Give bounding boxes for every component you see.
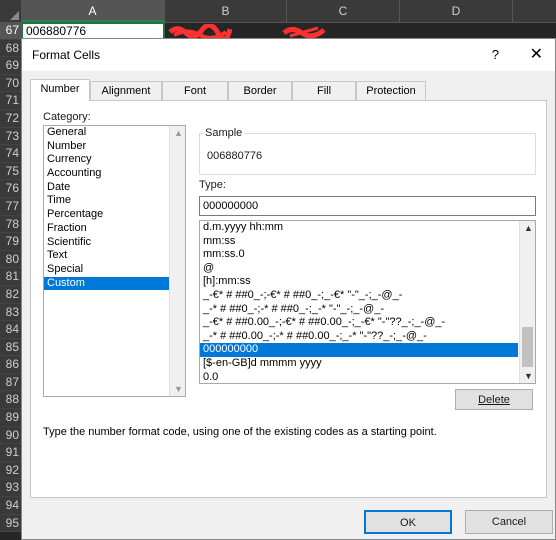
row-header[interactable]: 70 — [0, 74, 21, 93]
category-item[interactable]: Text — [44, 249, 185, 263]
format-code-item[interactable]: mm:ss.0 — [200, 248, 518, 262]
tab-alignment[interactable]: Alignment — [90, 81, 162, 100]
row-headers: 67 68 69 70 71 72 73 74 75 76 77 78 79 80 81 82 83 84 85 86… — [0, 22, 21, 533]
row-header[interactable]: 89 — [0, 409, 21, 427]
sample-label: Sample — [203, 127, 245, 139]
category-item[interactable]: Accounting — [44, 167, 185, 181]
delete-button-label: Delete — [478, 394, 510, 406]
format-code-item[interactable]: _-* # ##0_-;-* # ##0_-;_-* "-"_-;_-@_- — [200, 303, 518, 317]
category-item[interactable]: Number — [44, 140, 185, 154]
type-input[interactable] — [199, 196, 536, 216]
format-code-item[interactable]: _-€* # ##0.00_-;-€* # ##0.00_-;_-€* "-"?… — [200, 316, 518, 330]
row-header[interactable]: 71 — [0, 92, 21, 110]
row-header[interactable]: 73 — [0, 127, 21, 146]
category-item[interactable]: Fraction — [44, 222, 185, 236]
format-code-item[interactable]: @ — [200, 262, 518, 276]
category-list[interactable]: General Number Currency Accounting Date Time P… — [43, 125, 186, 397]
close-button[interactable]: ✕ — [530, 44, 543, 64]
row-header[interactable]: 74 — [0, 145, 21, 163]
category-item[interactable]: Percentage — [44, 208, 185, 222]
row-header[interactable]: 69 — [0, 57, 21, 75]
row-header[interactable]: 88 — [0, 391, 21, 410]
cancel-button[interactable]: Cancel — [465, 510, 553, 534]
row-header[interactable]: 72 — [0, 109, 21, 128]
row-header[interactable]: 85 — [0, 338, 21, 357]
number-tab-panel: Category: General Number Currency Accountin… — [30, 100, 547, 498]
row-header[interactable]: 79 — [0, 233, 21, 251]
tab-fill[interactable]: Fill — [292, 81, 356, 100]
category-item[interactable]: General — [44, 126, 185, 140]
row-header[interactable]: 86 — [0, 356, 21, 374]
category-item[interactable]: Date — [44, 181, 185, 195]
dialog-title: Format Cells — [32, 48, 101, 62]
ok-button[interactable]: OK — [364, 510, 452, 534]
format-code-item[interactable]: 000000000 — [200, 343, 518, 357]
format-code-item[interactable]: _-* # ##0.00_-;-* # ##0.00_-;_-* "-"??_-… — [200, 330, 518, 344]
format-code-item[interactable]: d.m.yyyy hh:mm — [200, 221, 518, 235]
format-code-item[interactable]: [$-en-GB]d mmmm yyyy — [200, 357, 518, 371]
scroll-up-icon[interactable]: ▲ — [174, 128, 183, 138]
row-header[interactable]: 78 — [0, 215, 21, 234]
column-header-e-partial[interactable] — [513, 0, 556, 22]
redaction-scribble-c — [282, 26, 326, 38]
dialog-titlebar[interactable]: Format Cells ? ✕ — [22, 39, 555, 71]
row-header[interactable]: 68 — [0, 39, 21, 58]
format-cells-dialog: Format Cells ? ✕ Number Alignment Font B… — [21, 38, 556, 540]
category-item[interactable]: Custom — [44, 276, 169, 291]
scroll-down-icon[interactable]: ▼ — [524, 371, 533, 381]
scroll-up-icon[interactable]: ▲ — [524, 223, 533, 233]
select-all-corner[interactable] — [0, 0, 22, 22]
row-header[interactable]: 95 — [0, 514, 21, 533]
category-label: Category: — [43, 111, 91, 123]
column-header-row: A B C D — [0, 0, 556, 23]
column-header-a[interactable]: A — [21, 0, 165, 22]
redaction-scribble-b — [168, 24, 232, 38]
row-header[interactable]: 76 — [0, 180, 21, 198]
format-code-item[interactable]: [h]:mm:ss — [200, 275, 518, 289]
row-header[interactable]: 75 — [0, 162, 21, 181]
row-header[interactable]: 93 — [0, 479, 21, 498]
row-header[interactable]: 87 — [0, 373, 21, 392]
scroll-down-icon[interactable]: ▼ — [174, 384, 183, 394]
format-code-list[interactable]: d.m.yyyy hh:mm mm:ss mm:ss.0 @ [h]:mm:ss _-€*… — [199, 220, 536, 384]
column-header-b[interactable]: B — [165, 0, 287, 22]
category-item[interactable]: Time — [44, 194, 185, 208]
category-item[interactable]: Special — [44, 263, 185, 277]
category-scrollbar[interactable]: ▲ ▼ — [169, 126, 185, 396]
tab-font[interactable]: Font — [162, 81, 228, 100]
format-code-item[interactable]: _-€* # ##0_-;-€* # ##0_-;_-€* "-"_-;_-@_… — [200, 289, 518, 303]
column-header-d[interactable]: D — [400, 0, 513, 22]
row-header[interactable]: 84 — [0, 321, 21, 339]
category-item[interactable]: Scientific — [44, 236, 185, 250]
tab-border[interactable]: Border — [228, 81, 292, 100]
row-header[interactable]: 92 — [0, 461, 21, 480]
scrollbar-thumb[interactable] — [522, 327, 533, 367]
sample-value: 006880776 — [207, 150, 263, 162]
tab-number[interactable]: Number — [30, 79, 90, 101]
format-code-item[interactable]: mm:ss — [200, 235, 518, 249]
hint-text: Type the number format code, using one o… — [43, 426, 437, 438]
category-item[interactable]: Currency — [44, 153, 185, 167]
row-header[interactable]: 82 — [0, 285, 21, 304]
row-header[interactable]: 77 — [0, 197, 21, 216]
tab-protection[interactable]: Protection — [356, 81, 426, 100]
row-header[interactable]: 94 — [0, 497, 21, 515]
row-header[interactable]: 83 — [0, 303, 21, 322]
delete-button[interactable]: Delete — [455, 389, 533, 410]
column-header-c[interactable]: C — [287, 0, 400, 22]
row-header[interactable]: 90 — [0, 426, 21, 445]
row-header[interactable]: 81 — [0, 268, 21, 286]
help-button[interactable]: ? — [492, 47, 499, 62]
corner-triangle-icon — [10, 11, 19, 20]
type-label: Type: — [199, 179, 226, 191]
row-header[interactable]: 80 — [0, 250, 21, 269]
row-header[interactable]: 67 — [0, 22, 21, 40]
row-header[interactable]: 91 — [0, 444, 21, 462]
format-list-scrollbar[interactable]: ▲ ▼ — [519, 221, 535, 383]
format-code-item[interactable]: 0.0 — [200, 371, 518, 383]
